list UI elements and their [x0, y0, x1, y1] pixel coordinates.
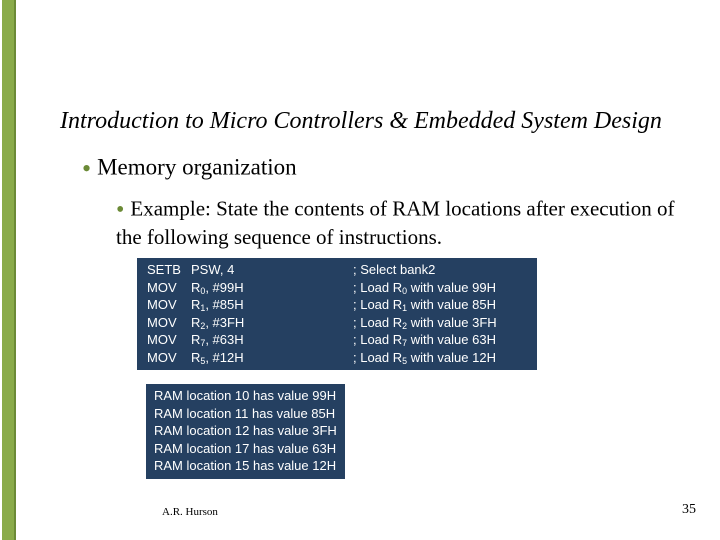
footer-author: A.R. Hurson [162, 506, 218, 518]
bullet-level1: •Memory organization [82, 154, 297, 184]
result-line: RAM location 10 has value 99H [154, 387, 337, 405]
operands: R2, #3FH [191, 314, 261, 332]
operands: PSW, 4 [191, 261, 261, 279]
operands: R7, #63H [191, 331, 261, 349]
mnemonic: MOV [147, 349, 191, 367]
code-row: MOVR1, #85H ; Load R1 with value 85H [147, 296, 527, 314]
operands: R1, #85H [191, 296, 261, 314]
code-row: MOVR5, #12H ; Load R5 with value 12H [147, 349, 527, 367]
code-block-instructions: SETBPSW, 4; Select bank2MOVR0, #99H; Loa… [137, 258, 537, 370]
mnemonic: SETB [147, 261, 191, 279]
comment: ; Load R5 with value 12H [353, 349, 496, 367]
comment: ; Load R2 with value 3FH [353, 314, 497, 332]
result-line: RAM location 12 has value 3FH [154, 422, 337, 440]
slide-page: Introduction to Micro Controllers & Embe… [0, 0, 720, 540]
mnemonic: MOV [147, 331, 191, 349]
bullet-dot-icon: • [82, 154, 91, 183]
bullet-dot-icon: • [116, 197, 124, 223]
comment: ; Load R0 with value 99H [353, 279, 496, 297]
page-number: 35 [682, 502, 696, 518]
result-line: RAM location 17 has value 63H [154, 440, 337, 458]
code-block-results: RAM location 10 has value 99HRAM locatio… [146, 384, 345, 479]
code-row: SETBPSW, 4 ; Select bank2 [147, 261, 527, 279]
mnemonic: MOV [147, 296, 191, 314]
code-row: MOVR7, #63H ; Load R7 with value 63H [147, 331, 527, 349]
result-line: RAM location 11 has value 85H [154, 405, 337, 423]
code-row: MOVR2, #3FH ; Load R2 with value 3FH [147, 314, 527, 332]
bullet-level2: •Example: State the contents of RAM loca… [116, 196, 676, 251]
operands: R5, #12H [191, 349, 261, 367]
comment: ; Select bank2 [353, 261, 435, 279]
comment: ; Load R1 with value 85H [353, 296, 496, 314]
code-row: MOVR0, #99H ; Load R0 with value 99H [147, 279, 527, 297]
bullet-level1-text: Memory organization [97, 154, 297, 179]
operands: R0, #99H [191, 279, 261, 297]
mnemonic: MOV [147, 314, 191, 332]
comment: ; Load R7 with value 63H [353, 331, 496, 349]
bullet-level2-text: Example: State the contents of RAM locat… [116, 196, 675, 249]
page-title: Introduction to Micro Controllers & Embe… [60, 108, 662, 135]
mnemonic: MOV [147, 279, 191, 297]
result-line: RAM location 15 has value 12H [154, 457, 337, 475]
